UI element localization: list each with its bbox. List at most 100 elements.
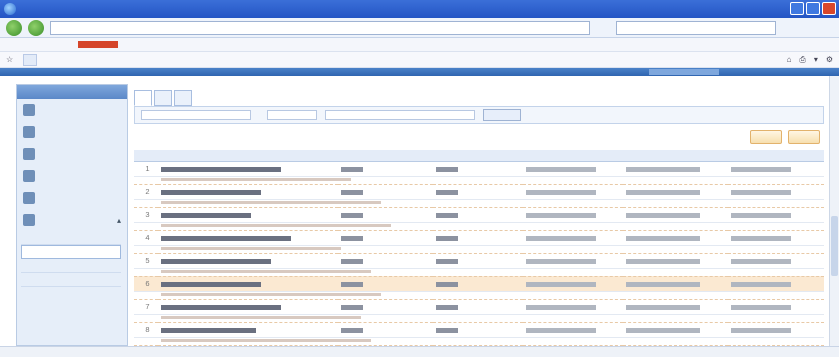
filter-input-2[interactable]: [267, 110, 317, 120]
table-row[interactable]: 5: [134, 253, 824, 269]
row-detail: [158, 222, 824, 231]
sidebar-item-4[interactable]: [17, 165, 127, 187]
sidebar-item-1[interactable]: [17, 99, 127, 121]
filter-input-3[interactable]: [325, 110, 475, 120]
row-cell: [433, 184, 523, 200]
row-actions-cell[interactable]: [728, 276, 824, 292]
row-detail: [158, 337, 824, 346]
tab-1[interactable]: [134, 90, 152, 106]
sidebar-item-6[interactable]: ▴: [17, 209, 127, 231]
favorites-star-icon[interactable]: ☆: [6, 55, 13, 64]
column-header[interactable]: [623, 150, 728, 162]
sidebar-subitem[interactable]: [21, 259, 121, 273]
browser-tab[interactable]: [23, 53, 38, 66]
table-row[interactable]: 2: [134, 184, 824, 200]
export-button[interactable]: [788, 130, 820, 144]
row-cell: [433, 299, 523, 315]
row-title-cell[interactable]: [158, 276, 338, 292]
row-cell: [433, 276, 523, 292]
row-title-cell[interactable]: [158, 207, 338, 223]
row-cell: [338, 299, 433, 315]
sidebar-subitem[interactable]: [21, 231, 121, 245]
row-number: 4: [134, 230, 158, 246]
table-row[interactable]: 3: [134, 207, 824, 223]
row-cell: [338, 322, 433, 338]
column-header[interactable]: [728, 150, 824, 162]
table-row[interactable]: 7: [134, 299, 824, 315]
row-cell: [523, 253, 623, 269]
row-cell: [338, 230, 433, 246]
maximize-button[interactable]: [806, 2, 820, 15]
chevron-up-icon[interactable]: ▴: [117, 216, 121, 225]
home-icon[interactable]: ⌂: [787, 55, 792, 65]
url-input[interactable]: [50, 20, 590, 35]
tab-2[interactable]: [154, 90, 172, 106]
row-cell: [623, 322, 728, 338]
menu-bar: [0, 38, 839, 52]
row-cell: [623, 253, 728, 269]
minimize-button[interactable]: [790, 2, 804, 15]
row-actions-cell[interactable]: [728, 161, 824, 177]
column-header[interactable]: [158, 150, 338, 162]
row-actions-cell[interactable]: [728, 253, 824, 269]
print-icon[interactable]: ⎙: [799, 55, 805, 65]
back-button[interactable]: [6, 19, 22, 36]
forward-button[interactable]: [28, 19, 44, 36]
table-row[interactable]: 6: [134, 276, 824, 292]
table-subrow: [134, 337, 824, 346]
main-content: 1 2 3 4 5 6 7 8: [134, 90, 824, 352]
table-row[interactable]: 8: [134, 322, 824, 338]
row-actions-cell[interactable]: [728, 207, 824, 223]
row-cell: [433, 207, 523, 223]
sidebar-item-2[interactable]: [17, 121, 127, 143]
row-number: 2: [134, 184, 158, 200]
row-title-cell[interactable]: [158, 161, 338, 177]
row-cell: [338, 207, 433, 223]
row-actions-cell[interactable]: [728, 184, 824, 200]
column-header[interactable]: [134, 150, 158, 162]
data-table: 1 2 3 4 5 6 7 8: [134, 150, 824, 346]
filter-input-1[interactable]: [141, 110, 251, 120]
scroll-thumb[interactable]: [831, 216, 838, 276]
sidebar-subitem[interactable]: [21, 273, 121, 287]
column-header[interactable]: [433, 150, 523, 162]
row-actions-cell[interactable]: [728, 230, 824, 246]
status-bar: [0, 346, 839, 357]
row-title-cell[interactable]: [158, 230, 338, 246]
search-button[interactable]: [483, 109, 521, 121]
page-menu-icon[interactable]: ▾: [814, 55, 818, 65]
row-actions-cell[interactable]: [728, 322, 824, 338]
row-detail: [158, 268, 824, 277]
row-title-cell[interactable]: [158, 253, 338, 269]
close-button[interactable]: [822, 2, 836, 15]
page-scrollbar[interactable]: [829, 76, 839, 346]
tab-bar: [134, 90, 824, 106]
row-actions-cell[interactable]: [728, 299, 824, 315]
row-cell: [523, 299, 623, 315]
row-cell: [433, 322, 523, 338]
browser-tools: ⌂ ⎙ ▾ ⚙: [787, 55, 833, 65]
table-row[interactable]: 4: [134, 230, 824, 246]
row-title-cell[interactable]: [158, 322, 338, 338]
group-icon: [23, 148, 35, 160]
tools-menu-icon[interactable]: ⚙: [826, 55, 833, 65]
row-title-cell[interactable]: [158, 184, 338, 200]
browser-title-bar: [0, 0, 839, 18]
sidebar-subitem-active[interactable]: [21, 245, 121, 259]
user-info: [649, 69, 719, 75]
tab-3[interactable]: [174, 90, 192, 106]
browser-search-input[interactable]: [616, 20, 776, 35]
table-subrow: [134, 268, 824, 277]
sidebar-item-5[interactable]: [17, 187, 127, 209]
row-cell: [623, 207, 728, 223]
sidebar-item-3[interactable]: [17, 143, 127, 165]
table-row[interactable]: 1: [134, 161, 824, 177]
add-button[interactable]: [750, 130, 782, 144]
column-header[interactable]: [523, 150, 623, 162]
column-header[interactable]: [338, 150, 433, 162]
table-header-row: [134, 150, 824, 162]
row-title-cell[interactable]: [158, 299, 338, 315]
table-subrow: [134, 176, 824, 185]
row-cell: [338, 253, 433, 269]
table-subrow: [134, 314, 824, 323]
